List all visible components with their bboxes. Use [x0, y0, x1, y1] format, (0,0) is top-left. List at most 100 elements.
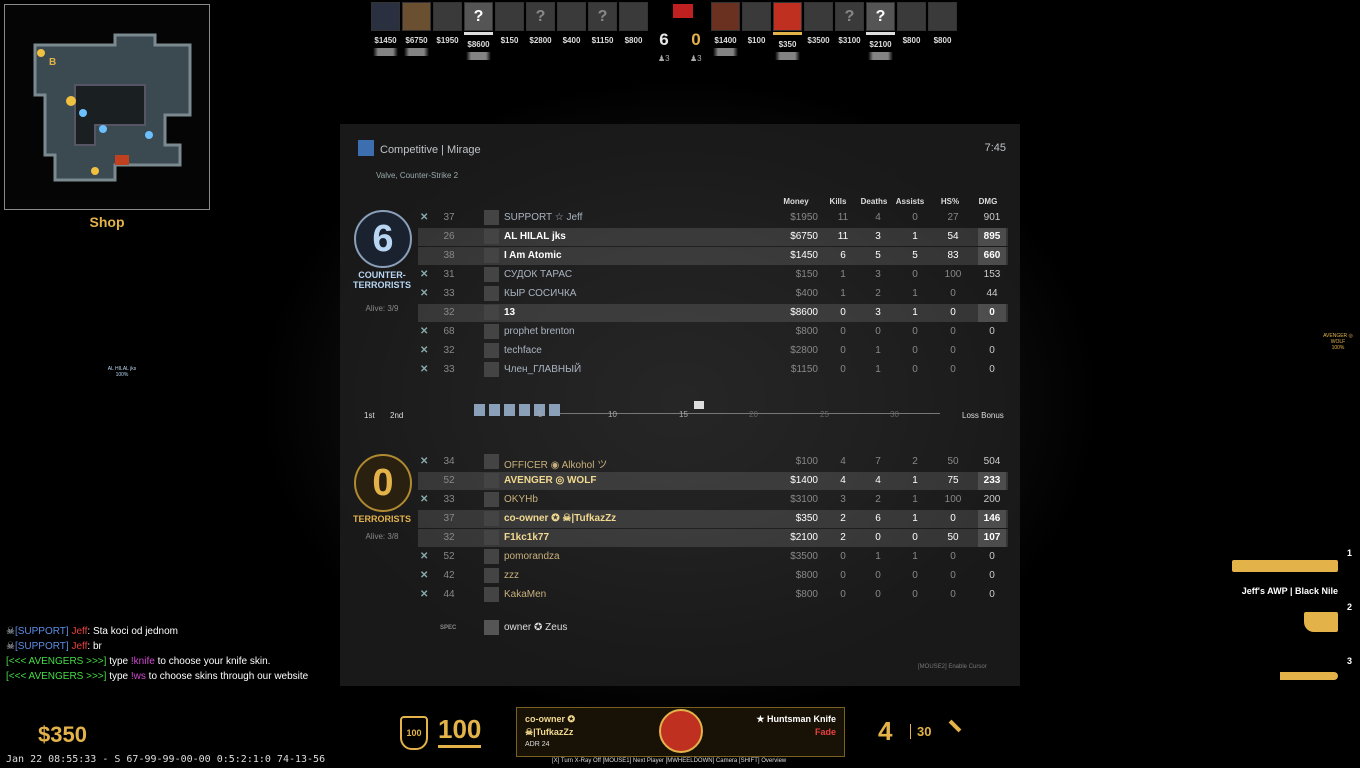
- ct-alive-count: ♟3: [658, 54, 670, 63]
- awp-icon[interactable]: [1232, 560, 1338, 572]
- tick-30: 30: [890, 410, 899, 419]
- header-assists: Assists: [895, 197, 925, 206]
- player-dmg: 0: [989, 364, 995, 375]
- player-row[interactable]: ✕ 37 SUPPORT ☆ Jeff $1950 11 4 0 27 901: [418, 209, 1008, 227]
- player-row[interactable]: 52 AVENGER ◎ WOLF $1400 4 4 1 75 233: [418, 472, 1008, 490]
- player-row[interactable]: ✕ 52 pomorandza $3500 0 1 1 0 0: [418, 548, 1008, 566]
- player-deaths: 5: [875, 250, 881, 261]
- player-level: 34: [443, 456, 455, 467]
- player-kills: 6: [840, 250, 846, 261]
- player-money: $3100: [790, 494, 818, 505]
- t-player-slot: $3500: [804, 2, 833, 88]
- player-assists: 5: [912, 250, 918, 261]
- player-deaths: 4: [875, 475, 881, 486]
- player-dmg: 895: [978, 228, 1006, 246]
- player-money: $350: [795, 513, 818, 524]
- player-row[interactable]: ✕ 44 KakaMen $800 0 0 0 0 0: [418, 586, 1008, 604]
- first-half-label: 1st: [364, 411, 375, 420]
- player-deaths: 2: [875, 494, 881, 505]
- player-name: prophet brenton: [504, 326, 575, 337]
- player-level: 68: [443, 326, 455, 337]
- player-row[interactable]: 26 AL HILAL jks $6750 11 3 1 54 895: [418, 228, 1008, 246]
- spectator-name[interactable]: owner ✪ Zeus: [504, 622, 567, 633]
- armor-icon: 100: [400, 716, 428, 750]
- player-deaths: 2: [875, 288, 881, 299]
- player-money: $2800: [790, 345, 818, 356]
- avatar: [484, 362, 499, 377]
- player-money: $2100: [790, 532, 818, 543]
- player-dmg: 153: [983, 269, 1001, 280]
- ct-player-slot: ? $1150: [588, 2, 617, 88]
- player-money: $800: [795, 570, 818, 581]
- loss-bonus-label: Loss Bonus: [962, 411, 1004, 420]
- avatar: [484, 267, 499, 282]
- t-team-name: TERRORISTS: [352, 514, 411, 524]
- player-row[interactable]: ✕ 68 prophet brenton $800 0 0 0 0 0: [418, 323, 1008, 341]
- player-hs: 0: [950, 570, 956, 581]
- player-row[interactable]: ✕ 31 СУДОК ТАРАС $150 1 3 0 100 153: [418, 266, 1008, 284]
- player-row[interactable]: ✕ 32 techface $2800 0 1 0 0 0: [418, 342, 1008, 360]
- t-score: 0: [691, 30, 701, 49]
- shop-label[interactable]: Shop: [4, 214, 210, 230]
- dead-icon: ✕: [420, 212, 429, 223]
- ammo-clip: 4: [878, 716, 893, 746]
- dead-icon: ✕: [420, 364, 429, 375]
- player-row[interactable]: ✕ 33 OKYHb $3100 3 2 1 100 200: [418, 491, 1008, 509]
- player-assists: 0: [912, 269, 918, 280]
- knife-skin: Fade: [814, 727, 836, 737]
- t-player-slot: $100: [742, 2, 771, 88]
- player-row[interactable]: 38 I Am Atomic $1450 6 5 5 83 660: [418, 247, 1008, 265]
- spectated-avatar: [659, 709, 703, 753]
- ct-player-slot: $1450: [371, 2, 400, 88]
- knife-icon[interactable]: [1280, 672, 1338, 680]
- player-money: $1150: [790, 364, 818, 375]
- avatar: [484, 568, 499, 583]
- timestamp-overlay: Jan 22 08:55:33 - S 67-99-99-00-00 0:5:2…: [6, 754, 326, 765]
- player-row[interactable]: ✕ 42 zzz $800 0 0 0 0 0: [418, 567, 1008, 585]
- player-assists: 1: [912, 475, 918, 486]
- player-hs: 100: [944, 269, 962, 280]
- ct-player-slot: ? $8600: [464, 2, 493, 88]
- ct-score-badge: 6: [354, 210, 412, 268]
- server-name: Valve, Counter-Strike 2: [376, 171, 459, 180]
- avatar: [484, 492, 499, 507]
- avatar: [484, 454, 499, 469]
- player-kills: 0: [840, 345, 846, 356]
- player-kills: 2: [840, 513, 846, 524]
- player-deaths: 6: [875, 513, 881, 524]
- tick-20: 20: [749, 410, 758, 419]
- player-dmg: 44: [986, 288, 998, 299]
- player-kills: 2: [840, 532, 846, 543]
- bullet-icon: [948, 719, 962, 733]
- player-name: zzz: [504, 570, 519, 581]
- player-row[interactable]: ✕ 33 КЫР СОСИЧКА $400 1 2 1 0 44: [418, 285, 1008, 303]
- player-kills: 0: [840, 589, 846, 600]
- player-dmg: 0: [989, 589, 995, 600]
- player-deaths: 3: [875, 269, 881, 280]
- pistol-icon[interactable]: [1304, 612, 1338, 632]
- player-name: F1kc1k77: [504, 532, 550, 543]
- tick-25: 25: [820, 410, 829, 419]
- player-name: techface: [504, 345, 542, 356]
- avatar: [484, 473, 499, 488]
- player-hs: 27: [947, 212, 959, 223]
- dead-icon: ✕: [420, 326, 429, 337]
- spectator-hints: [X] Turn X-Ray Off [MOUSE1] Next Player …: [552, 758, 787, 764]
- ct-score: 6: [659, 30, 669, 49]
- player-name: KakaMen: [504, 589, 547, 600]
- player-row[interactable]: 37 co-owner ✪ ☠|TufkazZz $350 2 6 1 0 146: [418, 510, 1008, 528]
- player-assists: 0: [912, 589, 918, 600]
- player-assists: 0: [912, 364, 918, 375]
- ct-team-name: COUNTER-TERRORISTS: [352, 270, 411, 290]
- player-row[interactable]: ✕ 34 OFFICER ◉ Alkohol ツ $100 4 7 2 50 504: [418, 453, 1008, 471]
- player-assists: 1: [912, 513, 918, 524]
- player-assists: 2: [912, 456, 918, 467]
- player-row[interactable]: 32 13 $8600 0 3 1 0 0: [418, 304, 1008, 322]
- player-row[interactable]: ✕ 33 Член_ГЛАВНЫЙ $1150 0 1 0 0 0: [418, 361, 1008, 379]
- player-kills: 0: [840, 326, 846, 337]
- player-row[interactable]: 32 F1kc1k77 $2100 2 0 0 50 107: [418, 529, 1008, 547]
- player-deaths: 3: [875, 307, 881, 318]
- weapon-slot-1-number: 1: [1346, 548, 1352, 558]
- player-assists: 1: [912, 231, 918, 242]
- ammo-reserve: 30: [910, 724, 931, 739]
